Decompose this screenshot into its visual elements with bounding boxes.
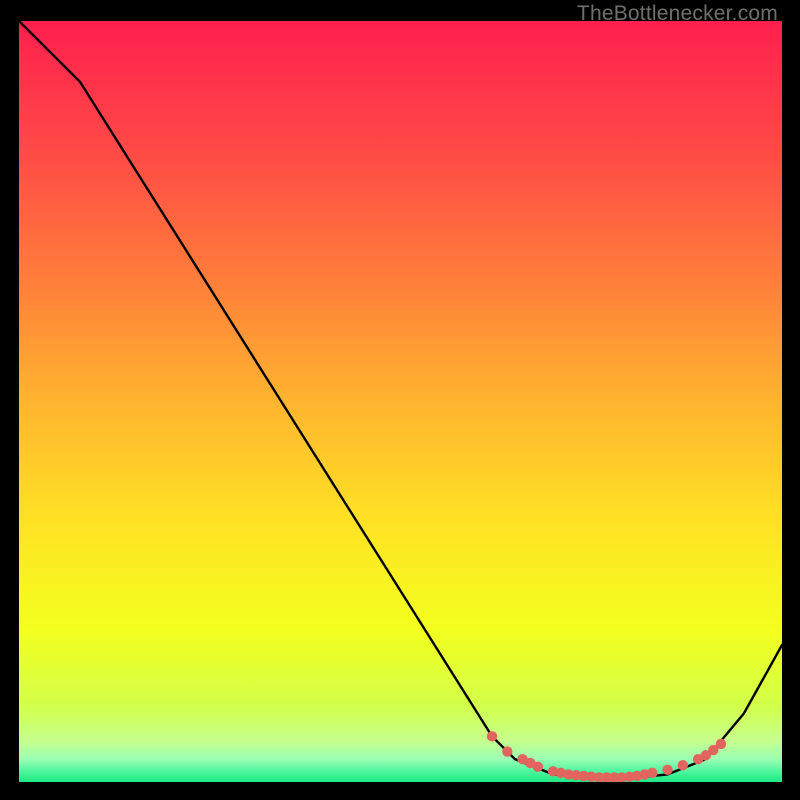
- watermark-text: TheBottlenecker.com: [577, 2, 778, 26]
- data-point: [502, 746, 512, 756]
- data-point: [487, 731, 497, 741]
- bottleneck-chart: [19, 21, 782, 782]
- data-point: [533, 762, 543, 772]
- chart-frame: [19, 21, 782, 782]
- data-point: [662, 765, 672, 775]
- chart-background: [19, 21, 782, 782]
- data-point: [647, 768, 657, 778]
- data-point: [716, 739, 726, 749]
- data-point: [678, 760, 688, 770]
